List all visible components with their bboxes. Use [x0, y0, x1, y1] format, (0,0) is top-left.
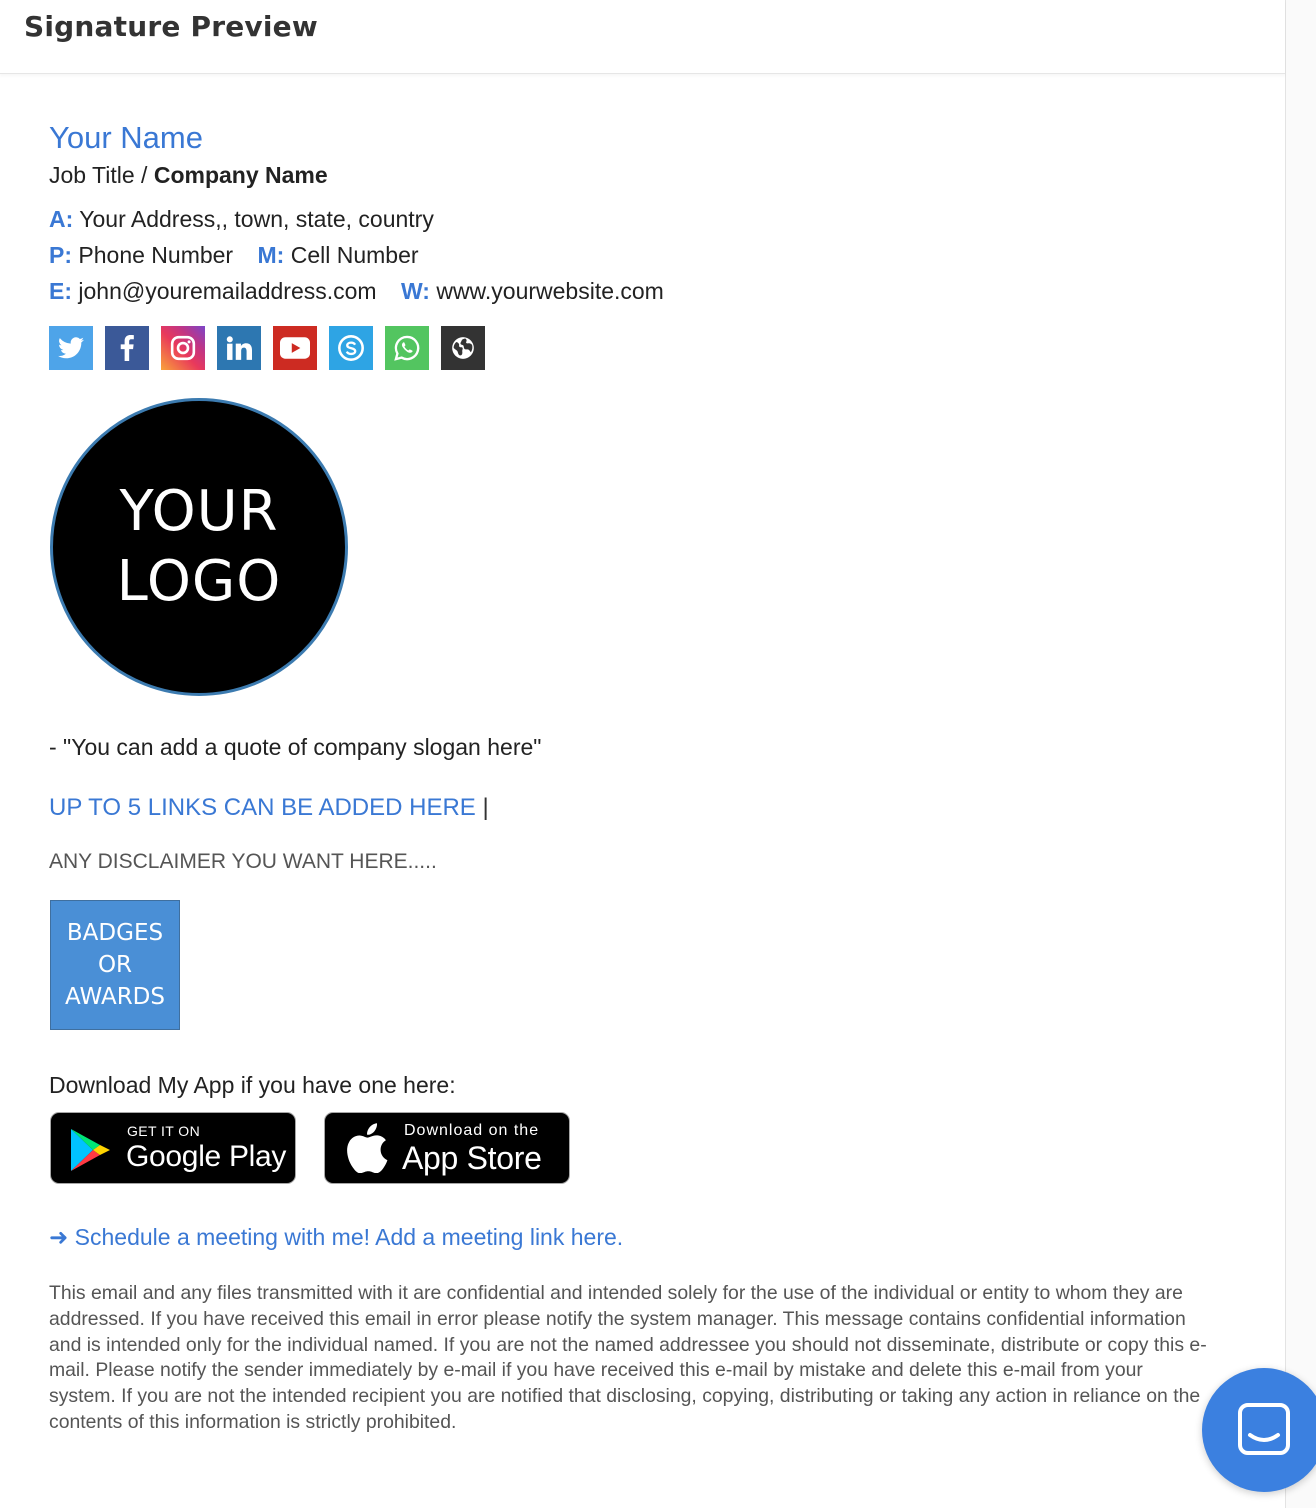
- company-name: Company Name: [153, 162, 328, 188]
- signature-links: UP TO 5 LINKS CAN BE ADDED HERE |: [49, 794, 489, 822]
- short-disclaimer: ANY DISCLAIMER YOU WANT HERE.....: [49, 850, 437, 873]
- social-icons: [49, 326, 485, 370]
- address-label: A:: [49, 206, 74, 232]
- phone-line: P: Phone Number M: Cell Number: [49, 242, 419, 269]
- address-line: A: Your Address,, town, state, country: [49, 206, 434, 233]
- twitter-icon[interactable]: [49, 326, 93, 370]
- website-value[interactable]: www.yourwebsite.com: [436, 278, 664, 304]
- chat-launcher-button[interactable]: [1202, 1368, 1316, 1492]
- job-title-line: Job Title / Company Name: [49, 162, 328, 189]
- google-play-button[interactable]: GET IT ON Google Play: [50, 1112, 296, 1184]
- company-slogan: - "You can add a quote of company slogan…: [49, 734, 542, 760]
- links-separator: |: [482, 794, 489, 821]
- job-title: Job Title /: [49, 162, 154, 188]
- website-label: W:: [400, 278, 430, 304]
- phone-label: P:: [49, 242, 72, 268]
- skype-icon[interactable]: [329, 326, 373, 370]
- arrow-right-icon: ➜: [49, 1224, 69, 1250]
- google-play-icon: [71, 1129, 110, 1171]
- website-globe-icon[interactable]: [441, 326, 485, 370]
- signature-name: Your Name: [49, 120, 203, 155]
- whatsapp-icon[interactable]: [385, 326, 429, 370]
- facebook-icon[interactable]: [105, 326, 149, 370]
- linkedin-icon[interactable]: [217, 326, 261, 370]
- company-logo: YOUR LOGO: [50, 398, 348, 696]
- badge-text-line3: AWARDS: [65, 984, 165, 1010]
- panel-header: Signature Preview: [0, 0, 1285, 74]
- instagram-icon[interactable]: [161, 326, 205, 370]
- chat-icon: [1238, 1403, 1290, 1455]
- google-play-small-text: GET IT ON: [127, 1123, 201, 1139]
- youtube-icon[interactable]: [273, 326, 317, 370]
- google-play-big-text: Google Play: [126, 1140, 287, 1173]
- phone-value: Phone Number: [78, 242, 234, 268]
- email-web-line: E: john@youremailaddress.com W: www.your…: [49, 278, 664, 305]
- apple-icon: [347, 1123, 388, 1173]
- logo-text-line1: YOUR: [119, 479, 279, 544]
- signature-link[interactable]: UP TO 5 LINKS CAN BE ADDED HERE: [49, 794, 476, 821]
- app-store-small-text: Download on the: [404, 1122, 540, 1139]
- badge-text-line2: OR: [97, 952, 133, 978]
- right-gutter: [1286, 0, 1316, 1508]
- logo-text-line2: LOGO: [116, 549, 282, 614]
- app-store-big-text: App Store: [402, 1140, 542, 1176]
- app-store-button[interactable]: Download on the App Store: [324, 1112, 570, 1184]
- badge-text-line1: BADGES: [66, 920, 164, 946]
- cell-value: Cell Number: [290, 242, 419, 268]
- panel-title: Signature Preview: [24, 10, 318, 43]
- signature-preview-panel: Signature Preview Your Name Job Title / …: [0, 0, 1286, 1508]
- cell-label: M:: [257, 242, 285, 268]
- meeting-link[interactable]: ➜ Schedule a meeting with me! Add a meet…: [49, 1224, 623, 1250]
- badges-awards-image: BADGES OR AWARDS: [50, 900, 180, 1030]
- address-value: Your Address,, town, state, country: [79, 206, 434, 232]
- meeting-link-line: ➜ Schedule a meeting with me! Add a meet…: [49, 1224, 623, 1251]
- email-label: E:: [49, 278, 72, 304]
- meeting-link-text: Schedule a meeting with me! Add a meetin…: [74, 1224, 624, 1250]
- download-app-text: Download My App if you have one here:: [49, 1072, 456, 1098]
- legal-disclaimer: This email and any files transmitted wit…: [49, 1282, 1207, 1433]
- email-value[interactable]: john@youremailaddress.com: [78, 278, 376, 304]
